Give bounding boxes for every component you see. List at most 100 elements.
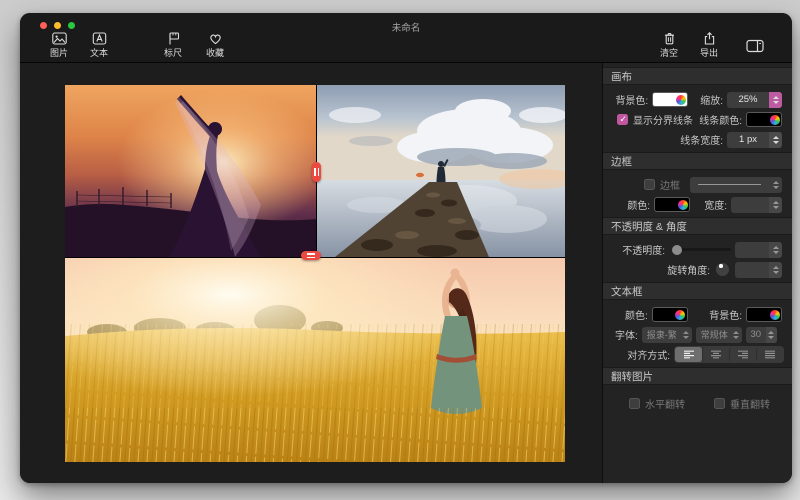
heart-icon <box>208 32 223 45</box>
border-color-well[interactable] <box>654 197 690 212</box>
section-header-opacity-angle: 不透明度 & 角度 <box>603 217 792 235</box>
canvas-area <box>20 63 602 483</box>
inspector-panel: 画布 背景色: 缩放: 25% 显示分界线条 线条颜色: 线条宽度: <box>602 63 792 483</box>
font-label: 字体: <box>615 327 638 342</box>
toolbar-text-label: 文本 <box>90 46 108 59</box>
font-family-value: 报隶-繁 <box>647 328 677 341</box>
show-divider-lines-label: 显示分界线条 <box>633 112 693 127</box>
border-color-label: 颜色: <box>627 197 650 212</box>
toolbar-export-button[interactable]: 导出 <box>700 32 718 59</box>
rotation-stepper <box>735 262 782 278</box>
section-border: 边框 颜色: 宽度: <box>603 170 792 217</box>
border-width-stepper[interactable] <box>731 197 782 213</box>
align-right-button[interactable] <box>729 347 756 362</box>
color-wheel-icon <box>678 200 688 210</box>
show-divider-lines-checkbox[interactable] <box>617 114 628 125</box>
stepper-arrows-icon <box>769 177 782 193</box>
text-color-well[interactable] <box>652 307 688 322</box>
alignment-segmented-control <box>674 346 784 363</box>
section-header-canvas: 画布 <box>603 67 792 85</box>
align-justify-button[interactable] <box>756 347 783 362</box>
toolbar-sidebar-toggle-button[interactable] <box>746 39 764 53</box>
flip-horizontal-checkbox[interactable] <box>629 398 640 409</box>
stepper-arrows-icon <box>681 327 692 343</box>
align-right-icon <box>737 350 749 359</box>
toolbar-export-label: 导出 <box>700 46 718 59</box>
align-left-button[interactable] <box>675 347 702 362</box>
stepper-arrows-icon[interactable] <box>769 132 782 148</box>
opacity-slider[interactable] <box>673 248 731 251</box>
border-width-label: 宽度: <box>704 197 727 212</box>
picture-icon <box>52 32 67 45</box>
rotation-label: 旋转角度: <box>667 262 710 277</box>
color-wheel-icon <box>770 310 780 320</box>
border-style-dropdown[interactable] <box>690 177 782 193</box>
divider-drag-handle-horizontal[interactable] <box>301 251 321 260</box>
zoom-value: 25% <box>727 94 769 105</box>
text-bg-color-well[interactable] <box>746 307 782 322</box>
stepper-arrows-icon[interactable] <box>769 92 782 108</box>
stepper-arrows-icon <box>769 262 782 278</box>
flip-vertical-checkbox[interactable] <box>714 398 725 409</box>
knob-indicator-dot <box>719 264 723 268</box>
section-canvas: 背景色: 缩放: 25% 显示分界线条 线条颜色: 线条宽度: 1 px <box>603 85 792 152</box>
opacity-stepper <box>735 242 782 258</box>
photo-pier-clouds[interactable] <box>317 85 565 257</box>
line-color-well[interactable] <box>746 112 782 127</box>
line-width-stepper[interactable]: 1 px <box>727 132 782 148</box>
horizontal-grip-icon <box>307 253 315 255</box>
window-header: 未命名 图片 文本 <box>20 13 792 63</box>
export-icon <box>702 32 717 45</box>
toolbar-ruler-button[interactable]: 标尺 <box>164 32 182 59</box>
align-center-button[interactable] <box>702 347 729 362</box>
toolbar-picture-button[interactable]: 图片 <box>50 32 68 59</box>
toolbar-picture-label: 图片 <box>50 46 68 59</box>
toolbar-favorites-label: 收藏 <box>206 46 224 59</box>
line-color-label: 线条颜色: <box>699 112 742 127</box>
flip-vertical-label: 垂直翻转 <box>730 396 770 411</box>
stepper-arrows-icon <box>769 242 782 258</box>
section-opacity-angle: 不透明度: 旋转角度: <box>603 235 792 282</box>
text-icon <box>92 32 107 45</box>
alignment-label: 对齐方式: <box>627 347 670 362</box>
toolbar-text-button[interactable]: 文本 <box>90 32 108 59</box>
align-center-icon <box>710 350 722 359</box>
toolbar-clear-label: 清空 <box>660 46 678 59</box>
opacity-label: 不透明度: <box>622 242 665 257</box>
line-width-label: 线条宽度: <box>680 132 723 147</box>
section-header-textbox: 文本框 <box>603 282 792 300</box>
photo-golden-field[interactable] <box>65 258 565 462</box>
toolbar-favorites-button[interactable]: 收藏 <box>206 32 224 59</box>
section-header-border: 边框 <box>603 152 792 170</box>
font-size-value: 30 <box>746 329 766 340</box>
zoom-stepper[interactable]: 25% <box>727 92 782 108</box>
color-wheel-icon <box>675 310 685 320</box>
rotation-knob[interactable] <box>716 263 729 276</box>
bg-color-label: 背景色: <box>615 92 648 107</box>
canvas-bg-color-well[interactable] <box>652 92 688 107</box>
horizontal-grip-icon <box>307 257 315 259</box>
border-checkbox-label: 边框 <box>660 177 680 192</box>
border-checkbox[interactable] <box>644 179 655 190</box>
photo-collage <box>65 85 565 462</box>
photo-sunset-silhouette[interactable] <box>65 85 316 257</box>
font-style-dropdown[interactable]: 常规体 <box>696 327 742 343</box>
divider-drag-handle-vertical[interactable] <box>312 162 321 182</box>
text-bg-color-label: 背景色: <box>709 307 742 322</box>
align-left-icon <box>683 350 695 359</box>
vertical-grip-icon <box>314 168 316 176</box>
slider-knob[interactable] <box>672 245 682 255</box>
solid-line-icon <box>698 184 761 186</box>
align-justify-icon <box>764 350 776 359</box>
color-wheel-icon <box>770 115 780 125</box>
toolbar: 图片 文本 标尺 收藏 <box>20 31 792 61</box>
font-style-value: 常规体 <box>701 328 728 341</box>
line-width-value: 1 px <box>727 134 769 145</box>
font-size-stepper[interactable]: 30 <box>746 327 777 343</box>
section-flip: 水平翻转 垂直翻转 <box>603 385 792 416</box>
font-family-dropdown[interactable]: 报隶-繁 <box>642 327 692 343</box>
color-wheel-icon <box>676 95 686 105</box>
ruler-icon <box>166 32 181 45</box>
text-color-label: 颜色: <box>625 307 648 322</box>
toolbar-clear-button[interactable]: 清空 <box>660 32 678 59</box>
